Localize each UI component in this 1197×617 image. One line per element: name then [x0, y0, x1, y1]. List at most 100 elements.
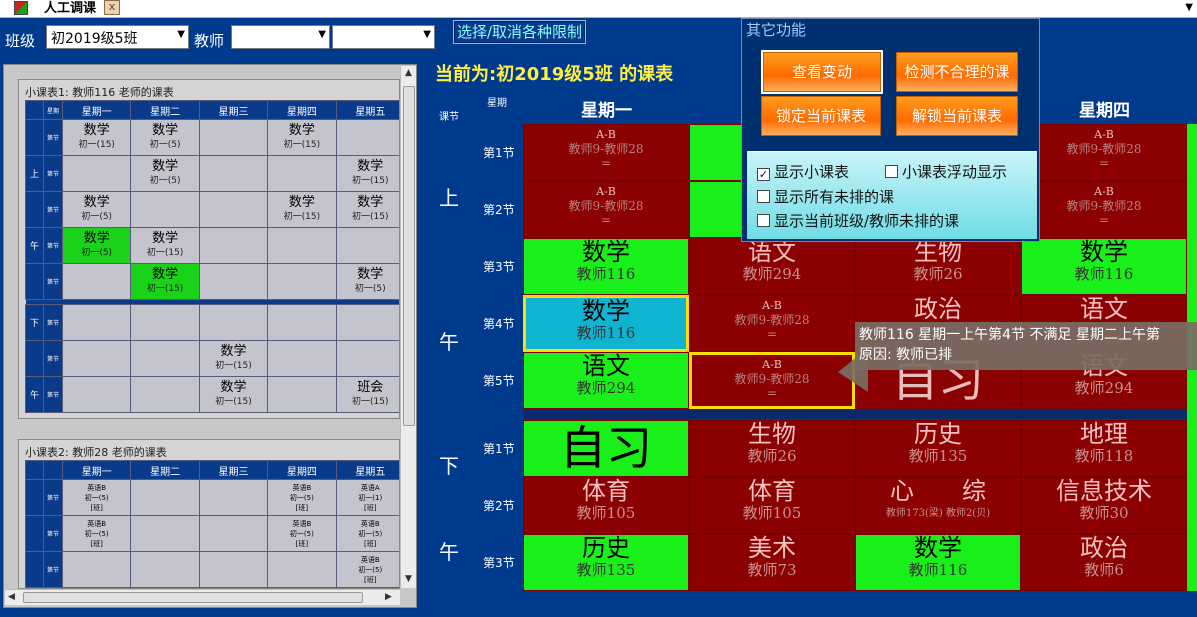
- vertical-scrollbar[interactable]: ▲ ▼: [400, 66, 416, 588]
- mini-cell[interactable]: [335, 227, 399, 264]
- horizontal-scrollbar[interactable]: ◀ ▶: [5, 589, 400, 605]
- timetable-cell[interactable]: 体育 教师105: [689, 477, 855, 534]
- mini-cell[interactable]: 英语B 初一(5) [班]: [61, 479, 132, 516]
- timetable-cell[interactable]: 心 综教师173(梁) 教师2(贝): [855, 477, 1021, 534]
- mini-cell[interactable]: 英语B 初一(5) [班]: [267, 479, 337, 516]
- show-all-unscheduled-checkbox[interactable]: 显示所有未排的课: [757, 186, 894, 207]
- mini-cell[interactable]: [267, 304, 337, 341]
- mini-cell[interactable]: [267, 551, 337, 588]
- scroll-thumb[interactable]: [403, 86, 415, 426]
- mini-cell[interactable]: 数学 初一(15): [198, 376, 269, 413]
- mini-cell[interactable]: [198, 119, 269, 156]
- mini-cell[interactable]: [267, 155, 337, 192]
- mini-cell[interactable]: 英语B 初一(5) [班]: [267, 515, 337, 552]
- scroll-up-icon[interactable]: ▲: [405, 68, 412, 78]
- mini-cell[interactable]: 英语A 初一(1) [班]: [335, 479, 399, 516]
- mini-cell[interactable]: 数学 初一(5): [61, 191, 132, 228]
- mini-cell[interactable]: [335, 340, 399, 377]
- timetable-cell[interactable]: 数学 教师116: [523, 295, 689, 352]
- timetable-cell[interactable]: 数学 教师116: [523, 238, 689, 295]
- mini-cell[interactable]: 数学 初一(5): [335, 263, 399, 300]
- close-tab-button[interactable]: x: [104, 0, 120, 15]
- timetable-cell[interactable]: 信息技术 教师30: [1021, 477, 1187, 534]
- mini-cell[interactable]: [198, 551, 269, 588]
- mini-cell[interactable]: [61, 155, 132, 192]
- mini-cell[interactable]: 数学 初一(15): [335, 155, 399, 192]
- timetable-cell[interactable]: 历史 教师135: [855, 420, 1021, 477]
- class-select[interactable]: 初2019级5班 ▼: [46, 25, 189, 49]
- mini-cell[interactable]: 数学 初一(15): [335, 191, 399, 228]
- mini-cell[interactable]: 数学 初一(15): [130, 227, 200, 264]
- mini-cell[interactable]: 班会 初一(15): [335, 376, 399, 413]
- mini-cell[interactable]: [198, 155, 269, 192]
- mini-cell[interactable]: [198, 191, 269, 228]
- extra-select[interactable]: ▼: [332, 25, 435, 49]
- mini-cell[interactable]: [130, 376, 200, 413]
- timetable-cell[interactable]: 地理 教师118: [1021, 420, 1187, 477]
- mini-cell[interactable]: [130, 304, 200, 341]
- mini-cell[interactable]: [267, 376, 337, 413]
- timetable-cell[interactable]: 政治 教师6: [1021, 534, 1187, 591]
- mini-cell[interactable]: 数学 初一(15): [267, 119, 337, 156]
- timetable-cell[interactable]: A-B 教师9-教师28 =: [689, 352, 855, 409]
- mini-cell[interactable]: 数学 初一(5): [130, 119, 200, 156]
- timetable-cell[interactable]: 美术 教师73: [689, 534, 855, 591]
- mini-cell[interactable]: 英语B 初一(5) [班]: [61, 515, 132, 552]
- mini-cell[interactable]: 数学 初一(15): [198, 340, 269, 377]
- timetable-cell[interactable]: 数学 教师116: [1021, 238, 1187, 295]
- timetable-cell[interactable]: A-B 教师9-教师28 =: [1021, 124, 1187, 181]
- mini-cell[interactable]: [198, 304, 269, 341]
- mini-cell[interactable]: [130, 191, 200, 228]
- timetable-cell[interactable]: A-B 教师9-教师28 =: [523, 181, 689, 238]
- timetable-cell[interactable]: 历史 教师135: [523, 534, 689, 591]
- mini-cell[interactable]: 数学 初一(15): [61, 119, 132, 156]
- mini-cell[interactable]: [61, 304, 132, 341]
- timetable-cell[interactable]: 生物 教师26: [855, 238, 1021, 295]
- timetable-cell[interactable]: 生物 教师26: [689, 420, 855, 477]
- mini-cell[interactable]: [335, 304, 399, 341]
- mini-cell[interactable]: [267, 227, 337, 264]
- mini-cell[interactable]: [198, 479, 269, 516]
- mini-cell[interactable]: [61, 551, 132, 588]
- mini-cell[interactable]: [335, 119, 399, 156]
- timetable-cell[interactable]: 语文教师294: [689, 238, 855, 295]
- mini-cell[interactable]: [267, 263, 337, 300]
- mini-cell[interactable]: [267, 340, 337, 377]
- mini-cell[interactable]: 数学 初一(5): [61, 227, 132, 264]
- timetable-cell[interactable]: 体育 教师105: [523, 477, 689, 534]
- mini-cell[interactable]: 数学 初一(15): [267, 191, 337, 228]
- show-mini-checkbox[interactable]: ✓ 显示小课表: [757, 161, 849, 182]
- mini-cell[interactable]: [130, 340, 200, 377]
- view-changes-button[interactable]: 查看变动: [763, 52, 881, 92]
- lock-timetable-button[interactable]: 锁定当前课表: [761, 96, 881, 136]
- mini-cell[interactable]: [130, 479, 200, 516]
- show-current-unscheduled-checkbox[interactable]: 显示当前班级/教师未排的课: [757, 210, 959, 231]
- mini-cell[interactable]: [61, 263, 132, 300]
- timetable-cell[interactable]: 自习: [523, 420, 689, 477]
- timetable-cell[interactable]: 语文教师294: [523, 352, 689, 409]
- mini-cell[interactable]: [61, 376, 132, 413]
- restrictions-button[interactable]: 选择/取消各种限制: [453, 20, 587, 44]
- mini-cell[interactable]: [198, 515, 269, 552]
- detect-unreasonable-button[interactable]: 检测不合理的课: [896, 52, 1018, 92]
- timetable-cell[interactable]: A-B 教师9-教师28 =: [1021, 181, 1187, 238]
- scroll-down-icon[interactable]: ▼: [405, 574, 412, 584]
- mini-cell[interactable]: [61, 340, 132, 377]
- mini-floating-checkbox[interactable]: 小课表浮动显示: [885, 161, 1007, 182]
- teacher-select[interactable]: ▼: [231, 25, 330, 49]
- scroll-left-icon[interactable]: ◀: [8, 592, 15, 602]
- unlock-timetable-button[interactable]: 解锁当前课表: [896, 96, 1018, 136]
- mini-cell[interactable]: 英语B 初一(5) [班]: [335, 551, 399, 588]
- mini-cell[interactable]: 数学 初一(5): [130, 155, 200, 192]
- scroll-right-icon[interactable]: ▶: [385, 592, 392, 602]
- timetable-cell[interactable]: A-B 教师9-教师28 =: [689, 295, 855, 352]
- mini-cell[interactable]: [198, 227, 269, 264]
- timetable-cell[interactable]: A-B 教师9-教师28 =: [523, 124, 689, 181]
- window-dropdown-icon[interactable]: ▼: [1185, 2, 1193, 13]
- timetable-cell[interactable]: 数学 教师116: [855, 534, 1021, 591]
- mini-cell[interactable]: [198, 263, 269, 300]
- scroll-thumb-horizontal[interactable]: [23, 592, 363, 603]
- mini-cell[interactable]: 数学 初一(15): [130, 263, 200, 300]
- mini-cell[interactable]: [130, 551, 200, 588]
- mini-cell[interactable]: 英语B 初一(5) [班]: [335, 515, 399, 552]
